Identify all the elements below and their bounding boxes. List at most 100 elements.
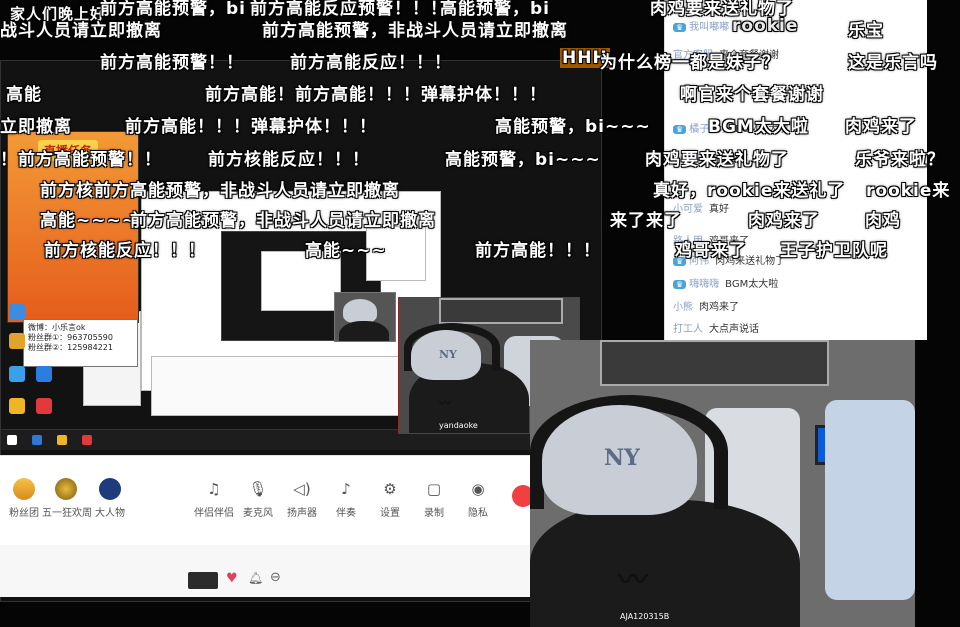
taskbar-folder-icon[interactable]	[57, 435, 68, 445]
chat-badge: ♛	[673, 23, 687, 32]
chat-text: 大点声说话	[709, 324, 759, 335]
cap-shape: NY	[411, 330, 481, 380]
vip-button[interactable]: 大人物	[86, 478, 134, 519]
cap-shape: NY	[542, 405, 697, 515]
chat-text: BGM太大啦	[725, 279, 779, 290]
stream-toolbar: 粉丝团 五一狂欢周 大人物 ♫ 伴侣伴侣 🎙︎ 麦克风 ◁) 扬声器 ♪ 伴奏 …	[0, 455, 530, 546]
cam-caption-main: AJA120315B	[620, 612, 670, 621]
danmaku-item: 前方核能反应！！！	[208, 150, 370, 170]
privacy-label: 隐私	[468, 508, 488, 519]
desktop-tool-icon[interactable]	[9, 398, 25, 414]
chat-user[interactable]: 我叫嘟嘟	[689, 22, 729, 33]
companion-button[interactable]: ♫ 伴侣伴侣	[190, 478, 238, 519]
speaker-button[interactable]: ◁) 扬声器	[278, 478, 326, 519]
danmaku-item: 来了来了	[610, 211, 682, 231]
danmaku-item: 前方高能预警！！	[100, 53, 244, 73]
mic-icon: 🎙︎	[248, 480, 268, 498]
person-shape	[339, 321, 389, 341]
danmaku-item: 立即撤离	[0, 117, 72, 137]
danmaku-item: rookie	[732, 16, 799, 36]
fan-club-button[interactable]: 粉丝团	[0, 478, 48, 519]
taskbar-app-icon[interactable]	[32, 435, 43, 445]
mini-preview-thumb[interactable]	[188, 572, 218, 589]
gear-icon: ⚙	[383, 480, 397, 498]
person-shape	[530, 500, 800, 627]
danmaku-item: 前方核能反应！！！	[44, 241, 206, 261]
mustache-icon: 〰	[439, 396, 452, 410]
contact-line-group-1: 粉丝群①：963705590	[28, 333, 113, 342]
stream-screen: 直播任务 微博：小乐言ok 粉丝群①：963705590 粉丝群②：125984…	[0, 0, 960, 627]
chat-user[interactable]: 嗨嗨嗨	[689, 279, 719, 290]
event-button[interactable]: 五一狂欢周	[42, 478, 92, 519]
danmaku-item: 前方核前方高能预警，非战斗人员请立即撤离	[40, 181, 400, 201]
danmaku-item: 肉鸡要来送礼物了	[645, 150, 789, 170]
record-icon: ▢	[426, 480, 442, 498]
companion-icon: ♫	[207, 480, 221, 498]
danmaku-item: 高能~~~~	[40, 211, 137, 231]
settings-label: 设置	[380, 508, 400, 519]
chat-badge: ♛	[673, 125, 687, 134]
jacket-shape	[825, 400, 915, 600]
danmaku-item: 肉鸡来了	[748, 211, 820, 231]
desktop-browser-icon[interactable]	[9, 366, 25, 382]
danmaku-item: 前方高能预警，非战斗人员请立即撤离	[262, 21, 568, 41]
chat-row: 打工人 大点声说话	[673, 320, 759, 335]
mic-button[interactable]: 🎙︎ 麦克风	[234, 478, 282, 519]
taskbar-app2-icon[interactable]	[82, 435, 93, 445]
danmaku-item: 高能~~~	[305, 241, 387, 261]
music-icon: ♪	[341, 480, 351, 498]
danmaku-item: 乐宝	[848, 21, 884, 41]
danmaku-item: 肉鸡	[865, 211, 901, 231]
chat-row: 小熊 肉鸡来了	[673, 298, 739, 313]
danmaku-item: 前方高能！！！	[475, 241, 601, 261]
mustache-icon: 〰	[618, 563, 648, 598]
contact-line-weibo: 微博：小乐言ok	[28, 323, 86, 332]
shelf-shape	[600, 340, 829, 386]
danmaku-item: 前方高能！前方高能！！！弹幕护体！！！	[205, 85, 547, 105]
chat-badge: ♛	[673, 280, 687, 289]
speaker-icon: ◁)	[293, 480, 311, 498]
danmaku-item: 乐爷来啦？	[855, 150, 945, 170]
heart-icon[interactable]: ♥	[226, 571, 238, 586]
danmaku-item: 高能	[6, 85, 42, 105]
bell-icon[interactable]: 🔔︎	[248, 571, 263, 585]
cap-logo-icon: NY	[604, 445, 640, 471]
danmaku-item: 真好，rookie来送礼了	[653, 181, 846, 201]
nested-toolbar	[151, 356, 401, 416]
danmaku-item: BGM太大啦	[708, 117, 809, 137]
danmaku-item: 战斗人员请立即撤离	[0, 21, 162, 41]
danmaku-item: 高能预警，bi~~~	[495, 117, 651, 137]
fan-club-icon	[13, 478, 35, 500]
start-icon[interactable]	[7, 435, 17, 445]
mic-label: 麦克风	[243, 508, 273, 519]
privacy-button[interactable]: ◉ 隐私	[454, 478, 502, 519]
fan-club-label: 粉丝团	[9, 508, 39, 519]
bottom-strip: ♥ 🔔︎ ⊖	[0, 545, 530, 597]
vip-label: 大人物	[95, 508, 125, 519]
cap-logo-icon: NY	[439, 348, 457, 361]
danmaku-item: 为什么榜一都是妹子？	[600, 53, 780, 73]
danmaku-item: 这是乐言吗	[848, 53, 938, 73]
danmaku-item: 前方高能反应！！！	[290, 53, 452, 73]
event-icon	[55, 478, 77, 500]
companion-label: 伴侣伴侣	[194, 508, 234, 519]
record-button[interactable]: ▢ 录制	[410, 478, 458, 519]
chat-user[interactable]: 小熊	[673, 302, 693, 313]
desktop-edge-icon[interactable]	[36, 366, 52, 382]
desktop-folder-icon[interactable]	[9, 333, 25, 349]
danmaku-item: 肉鸡来了	[845, 117, 917, 137]
music-button[interactable]: ♪ 伴奏	[322, 478, 370, 519]
webcam-preview-tiny	[334, 292, 396, 342]
desktop-netease-icon[interactable]	[36, 398, 52, 414]
desktop-app-icon[interactable]	[9, 304, 25, 320]
contact-card: 微博：小乐言ok 粉丝群①：963705590 粉丝群②：125984221	[23, 319, 138, 367]
more-icon[interactable]: ⊖	[270, 570, 281, 585]
danmaku-item: 王子护卫队呢	[780, 241, 888, 261]
danmaku-item: 前方高能预警，非战斗人员请立即撤离	[130, 211, 436, 231]
danmaku-item: 鸡哥来了	[675, 241, 747, 261]
settings-button[interactable]: ⚙ 设置	[366, 478, 414, 519]
chat-text: 真好	[709, 204, 729, 215]
cam-caption-small: yandaoke	[439, 421, 478, 430]
chat-user[interactable]: 打工人	[673, 324, 703, 335]
record-label: 录制	[424, 508, 444, 519]
